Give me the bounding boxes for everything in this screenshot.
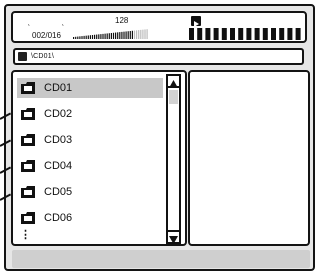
signal-meter-bar xyxy=(262,28,268,40)
signal-meter-bar xyxy=(221,28,227,40)
level-meter-bar xyxy=(104,33,106,39)
status-tick-a: ˛ xyxy=(28,19,31,26)
level-meter-bar xyxy=(117,32,119,39)
scrollbar[interactable] xyxy=(166,74,183,244)
level-meter-bar xyxy=(144,29,146,39)
level-meter-bar xyxy=(127,31,129,39)
folder-icon xyxy=(21,133,35,146)
signal-meter-bar xyxy=(205,28,211,40)
level-meter-bar xyxy=(79,36,81,39)
list-item[interactable]: CD02 xyxy=(17,104,163,124)
level-meter-bar xyxy=(100,34,102,39)
signal-meter-bar xyxy=(230,28,235,40)
track-position: 002/016 xyxy=(32,31,61,40)
level-meter-bar xyxy=(119,32,121,39)
level-meter-bar xyxy=(102,33,104,39)
signal-meter-bar xyxy=(213,28,219,40)
level-meter-bar xyxy=(131,30,133,39)
level-meter-bar xyxy=(77,36,79,39)
signal-meter-bar xyxy=(246,28,252,40)
bottom-status-bar xyxy=(12,250,310,268)
list-item[interactable]: CD03 xyxy=(17,130,163,150)
path-bar: \CD01\ xyxy=(13,48,304,65)
list-item-label: CD02 xyxy=(44,108,73,120)
signal-meter-bar xyxy=(279,28,285,40)
level-meter-bar xyxy=(136,30,138,39)
signal-meter-bar xyxy=(271,28,276,40)
level-meter-bar xyxy=(123,31,125,39)
level-meter-bar xyxy=(121,31,123,39)
scroll-track[interactable] xyxy=(166,88,181,230)
more-items-icon: ⋮ xyxy=(20,229,31,241)
file-list-panel: CD01 CD02 CD03 CD04 CD05 CD06 ⋮ xyxy=(11,70,187,246)
list-item-label: CD05 xyxy=(44,186,73,198)
level-meter-bar xyxy=(138,30,140,39)
list-item-label: CD03 xyxy=(44,134,73,146)
folder-icon xyxy=(21,107,35,120)
signal-meter-bar xyxy=(295,28,301,40)
list-item-label: CD01 xyxy=(44,82,73,94)
signal-meter-bar xyxy=(254,28,260,40)
signal-meter-bar xyxy=(238,28,244,40)
play-indicator-icon xyxy=(191,16,201,27)
level-meter-bar xyxy=(133,30,136,39)
level-meter-bar xyxy=(94,34,96,39)
drive-icon xyxy=(18,52,27,61)
level-meter-bar xyxy=(129,31,131,39)
scroll-up-button[interactable] xyxy=(166,74,181,88)
level-meter-bar xyxy=(112,32,115,39)
scroll-down-button[interactable] xyxy=(166,230,181,244)
scroll-thumb[interactable] xyxy=(169,90,178,104)
folder-icon xyxy=(21,159,35,172)
level-meter-bar xyxy=(115,32,117,39)
level-meter-bar xyxy=(98,34,100,39)
list-item[interactable]: CD01 xyxy=(17,78,163,98)
preview-panel xyxy=(188,70,310,246)
level-meter-bar xyxy=(91,35,94,39)
triangle-down-icon xyxy=(169,236,178,244)
folder-icon xyxy=(21,81,35,94)
folder-icon xyxy=(21,211,35,224)
level-meter-bar xyxy=(146,29,148,39)
level-meter-bar xyxy=(106,33,108,39)
level-meter-bar xyxy=(83,35,85,39)
folder-icon xyxy=(21,185,35,198)
level-meter-bar xyxy=(89,35,91,39)
level-meter-bar xyxy=(75,36,77,39)
list-item[interactable]: CD05 xyxy=(17,182,163,202)
track-count: 128 xyxy=(115,16,129,25)
level-meter-bar xyxy=(81,36,83,39)
list-item[interactable]: CD06 xyxy=(17,208,163,228)
current-path: \CD01\ xyxy=(31,53,54,60)
level-meter xyxy=(73,29,148,39)
signal-meter-bar xyxy=(287,28,293,40)
status-tick-b: ˛ xyxy=(62,19,65,26)
level-meter-bar xyxy=(73,37,75,39)
status-panel: ˛ ˛ 128 002/016 xyxy=(11,11,307,43)
level-meter-bar xyxy=(85,35,87,39)
level-meter-bar xyxy=(108,33,110,39)
level-meter-bar xyxy=(142,29,144,39)
signal-meter-bar xyxy=(197,28,203,40)
signal-meter-bar xyxy=(189,28,194,40)
level-meter-bar xyxy=(125,31,127,39)
level-meter-bar xyxy=(140,29,142,39)
list-item-label: CD06 xyxy=(44,212,73,224)
level-meter-bar xyxy=(110,33,112,39)
level-meter-bar xyxy=(87,35,89,39)
list-item-label: CD04 xyxy=(44,160,73,172)
signal-meter xyxy=(189,28,301,40)
list-item[interactable]: CD04 xyxy=(17,156,163,176)
level-meter-bar xyxy=(96,34,98,39)
